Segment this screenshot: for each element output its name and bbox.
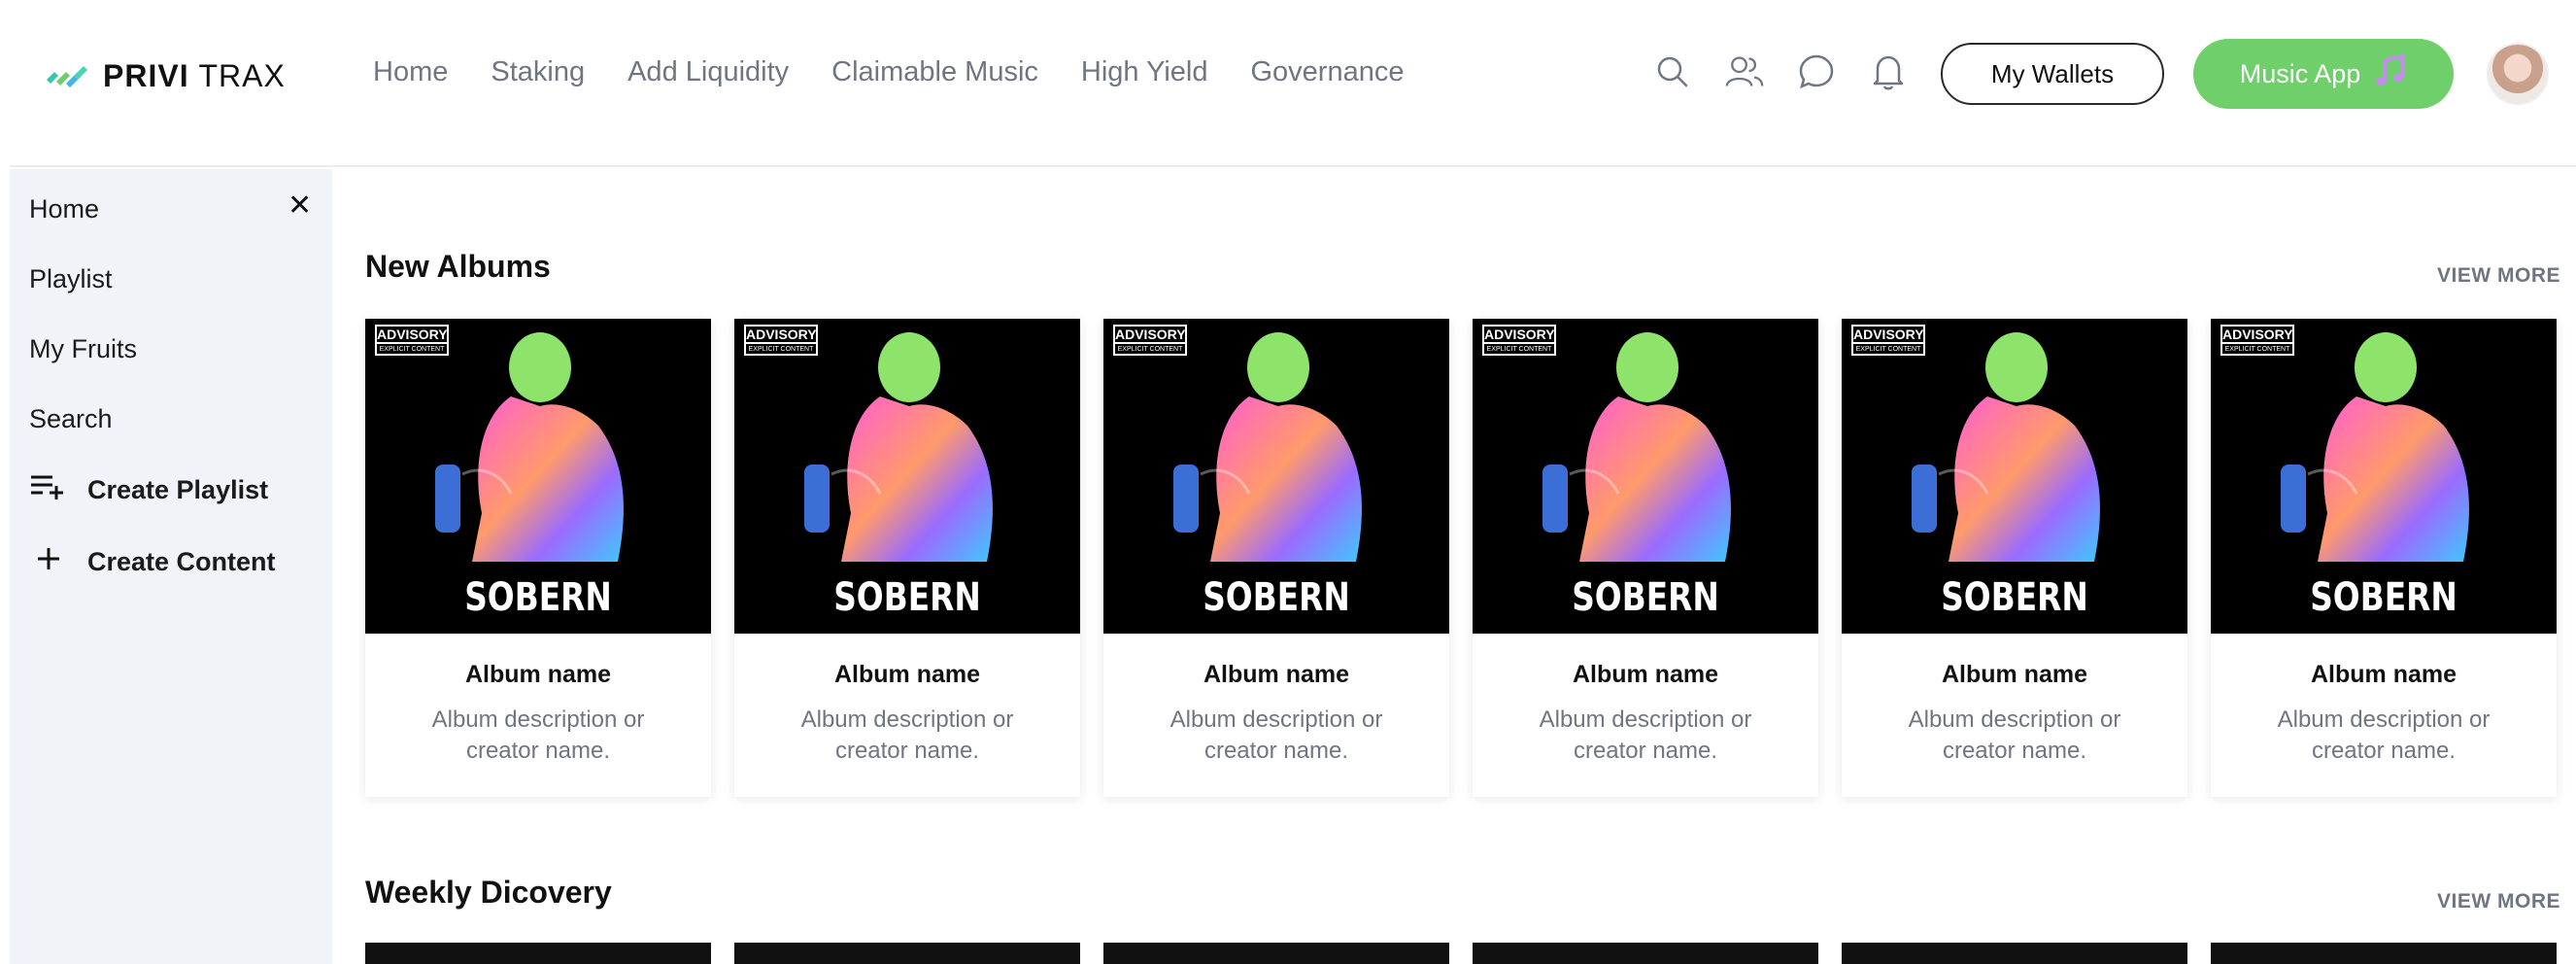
search-icon[interactable]	[1653, 52, 1692, 91]
album-card-cover-partial[interactable]	[1473, 943, 1818, 964]
album-cover: ADVISORY EXPLICIT CONTENT SOBERN	[1842, 319, 2187, 634]
left-edge	[0, 0, 10, 964]
album-card[interactable]: ADVISORY EXPLICIT CONTENT SOBERN Album na…	[1103, 319, 1449, 797]
music-app-label: Music App	[2239, 58, 2361, 88]
album-name: Album name	[1941, 661, 2088, 688]
top-header: PRIVI TRAX Home Staking Add Liquidity Cl…	[10, 0, 2576, 167]
nav-claimable-music[interactable]: Claimable Music	[831, 51, 1038, 93]
cover-title: SOBERN	[464, 575, 612, 620]
new-albums-row: ADVISORY EXPLICIT CONTENT SOBERN Album na…	[365, 319, 2557, 797]
section-title-new-albums: New Albums	[365, 249, 551, 284]
advisory-text: ADVISORY	[746, 327, 817, 342]
logo-text: PRIVI TRAX	[103, 58, 286, 94]
album-description: Album description or creator name.	[431, 706, 645, 764]
sidebar-item-my-fruits[interactable]: My Fruits	[29, 334, 137, 364]
advisory-text: ADVISORY	[377, 327, 448, 342]
advisory-label: ADVISORY EXPLICIT CONTENT	[375, 325, 449, 356]
sidebar-item-home[interactable]: Home	[29, 194, 99, 224]
bell-icon[interactable]	[1869, 52, 1908, 91]
my-wallets-button[interactable]: My Wallets	[1941, 43, 2164, 105]
nav-governance[interactable]: Governance	[1250, 51, 1404, 93]
album-card-cover-partial[interactable]	[365, 943, 711, 964]
album-card[interactable]: ADVISORY EXPLICIT CONTENT SOBERN Album na…	[734, 319, 1080, 797]
advisory-label: ADVISORY EXPLICIT CONTENT	[1851, 325, 1925, 356]
album-name: Album name	[464, 661, 612, 688]
sidebar: ✕ Home Playlist My Fruits Search Create …	[10, 169, 332, 964]
weekly-discovery-row	[365, 943, 2557, 964]
logo-mark-icon	[47, 66, 87, 87]
advisory-label: ADVISORY EXPLICIT CONTENT	[744, 325, 818, 356]
advisory-subtext: EXPLICIT CONTENT	[746, 342, 816, 356]
people-icon[interactable]	[1725, 52, 1764, 91]
advisory-subtext: EXPLICIT CONTENT	[1115, 342, 1185, 356]
album-card-cover-partial[interactable]	[1103, 943, 1449, 964]
album-card-cover-partial[interactable]	[1842, 943, 2187, 964]
album-cover: ADVISORY EXPLICIT CONTENT SOBERN	[1473, 319, 1818, 634]
sidebar-item-playlist[interactable]: Playlist	[29, 264, 113, 294]
nav-high-yield[interactable]: High Yield	[1081, 51, 1208, 93]
album-card[interactable]: ADVISORY EXPLICIT CONTENT SOBERN Album na…	[2211, 319, 2557, 797]
advisory-subtext: EXPLICIT CONTENT	[2222, 342, 2292, 356]
album-name: Album name	[833, 661, 981, 688]
logo-bold: PRIVI	[103, 57, 189, 93]
create-content-label: Create Content	[87, 547, 276, 576]
album-card[interactable]: ADVISORY EXPLICIT CONTENT SOBERN Album na…	[365, 319, 711, 797]
logo-light: TRAX	[198, 57, 286, 93]
plus-icon	[29, 544, 68, 580]
album-description: Album description or creator name.	[1908, 706, 2121, 764]
advisory-text: ADVISORY	[1115, 327, 1186, 342]
album-card-cover-partial[interactable]	[734, 943, 1080, 964]
create-playlist-button[interactable]: Create Playlist	[29, 472, 268, 508]
logo[interactable]: PRIVI TRAX	[45, 56, 286, 95]
create-playlist-label: Create Playlist	[87, 475, 269, 504]
advisory-text: ADVISORY	[1853, 327, 1924, 342]
cover-title: SOBERN	[1203, 575, 1350, 620]
album-name: Album name	[1572, 661, 1719, 688]
close-icon[interactable]: ✕	[288, 189, 312, 223]
album-description: Album description or creator name.	[2277, 706, 2491, 764]
view-more-weekly-discovery[interactable]: VIEW MORE	[2437, 890, 2560, 913]
cover-title: SOBERN	[2310, 575, 2457, 620]
album-description: Album description or creator name.	[1539, 706, 1752, 764]
advisory-subtext: EXPLICIT CONTENT	[377, 342, 447, 356]
cover-title: SOBERN	[1572, 575, 1719, 620]
album-card[interactable]: ADVISORY EXPLICIT CONTENT SOBERN Album na…	[1842, 319, 2187, 797]
cover-title: SOBERN	[833, 575, 981, 620]
album-description: Album description or creator name.	[800, 706, 1014, 764]
nav-add-liquidity[interactable]: Add Liquidity	[627, 51, 789, 93]
view-more-new-albums[interactable]: VIEW MORE	[2437, 264, 2560, 288]
nav-staking[interactable]: Staking	[491, 51, 585, 93]
album-name: Album name	[2310, 661, 2457, 688]
album-cover: ADVISORY EXPLICIT CONTENT SOBERN	[1103, 319, 1449, 634]
album-cover: ADVISORY EXPLICIT CONTENT SOBERN	[734, 319, 1080, 634]
sidebar-item-search[interactable]: Search	[29, 404, 113, 434]
album-cover: ADVISORY EXPLICIT CONTENT SOBERN	[2211, 319, 2557, 634]
advisory-subtext: EXPLICIT CONTENT	[1484, 342, 1554, 356]
album-name: Album name	[1203, 661, 1350, 688]
advisory-text: ADVISORY	[2222, 327, 2293, 342]
create-content-button[interactable]: Create Content	[29, 544, 276, 580]
album-description: Album description or creator name.	[1169, 706, 1383, 764]
nav-home[interactable]: Home	[373, 51, 448, 93]
section-title-weekly-discovery: Weekly Dicovery	[365, 875, 612, 910]
advisory-text: ADVISORY	[1484, 327, 1555, 342]
music-app-button[interactable]: Music App	[2193, 39, 2454, 109]
chat-icon[interactable]	[1797, 52, 1836, 91]
album-cover: ADVISORY EXPLICIT CONTENT SOBERN	[365, 319, 711, 634]
playlist-add-icon	[29, 472, 68, 508]
advisory-label: ADVISORY EXPLICIT CONTENT	[2220, 325, 2294, 356]
album-card-cover-partial[interactable]	[2211, 943, 2557, 964]
advisory-label: ADVISORY EXPLICIT CONTENT	[1113, 325, 1187, 356]
advisory-subtext: EXPLICIT CONTENT	[1853, 342, 1923, 356]
cover-title: SOBERN	[1941, 575, 2088, 620]
user-avatar[interactable]	[2487, 43, 2549, 105]
advisory-label: ADVISORY EXPLICIT CONTENT	[1482, 325, 1556, 356]
album-card[interactable]: ADVISORY EXPLICIT CONTENT SOBERN Album na…	[1473, 319, 1818, 797]
music-note-icon	[2374, 53, 2407, 94]
main-nav: Home Staking Add Liquidity Claimable Mus…	[373, 51, 1446, 93]
